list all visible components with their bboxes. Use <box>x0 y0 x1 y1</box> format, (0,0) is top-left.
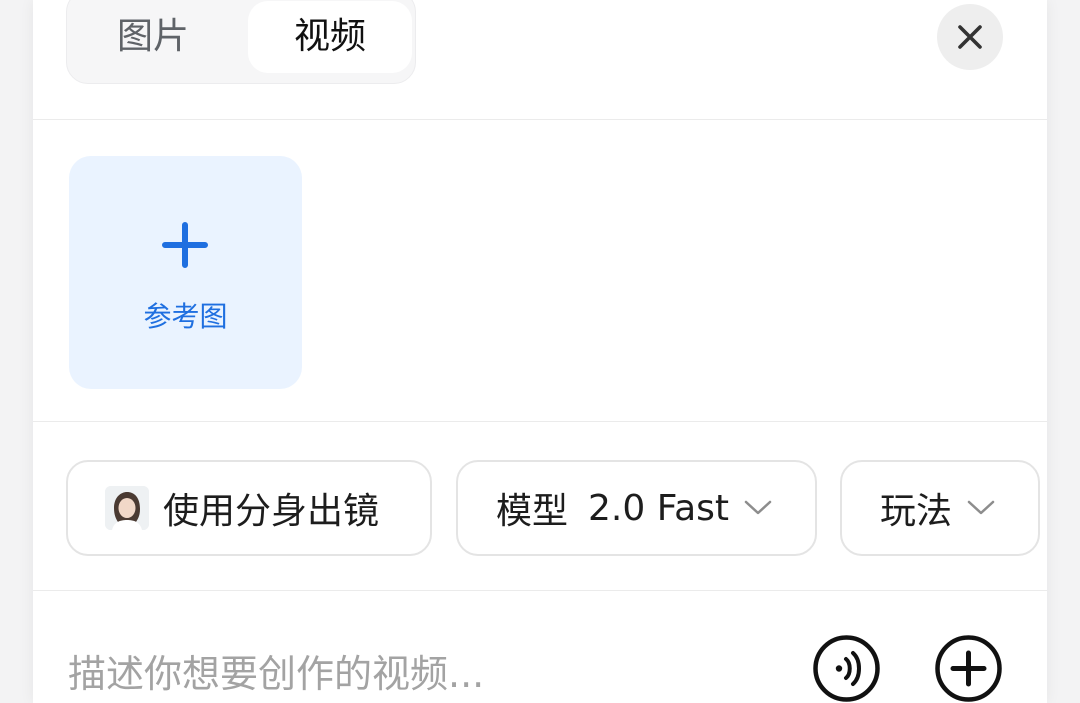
divider <box>33 421 1047 422</box>
avatar <box>105 486 149 530</box>
avatar-image <box>105 486 149 530</box>
close-button[interactable] <box>937 4 1003 70</box>
model-label: 模型 <box>496 491 569 532</box>
chevron-down-icon <box>743 499 773 517</box>
reference-image-upload[interactable]: 参考图 <box>69 156 302 389</box>
prompt-input[interactable]: 描述你想要创作的视频... <box>68 643 484 698</box>
plus-icon <box>162 222 208 268</box>
chevron-down-icon <box>966 499 996 517</box>
gameplay-label: 玩法 <box>880 491 953 532</box>
model-value: 2.0 Fast <box>588 487 730 529</box>
voice-icon <box>813 635 880 702</box>
video-create-panel: 图片 视频 参考图 使用分身出镜 模型 2.0 Fast 玩法 描述你想要创作的… <box>33 0 1047 703</box>
model-select[interactable]: 模型 2.0 Fast <box>456 460 817 556</box>
gameplay-select[interactable]: 玩法 <box>840 460 1040 556</box>
add-circle-icon <box>935 635 1002 702</box>
tab-video[interactable]: 视频 <box>248 1 412 73</box>
use-avatar-button[interactable]: 使用分身出镜 <box>66 460 432 556</box>
divider <box>33 590 1047 591</box>
add-button[interactable] <box>935 635 1002 702</box>
voice-input-button[interactable] <box>813 635 880 702</box>
divider <box>33 119 1047 120</box>
media-tabs: 图片 视频 <box>66 0 416 84</box>
tab-video-label: 视频 <box>293 16 366 57</box>
tab-image-label: 图片 <box>116 16 189 57</box>
close-icon <box>958 25 982 49</box>
use-avatar-label: 使用分身出镜 <box>163 491 380 532</box>
reference-image-label: 参考图 <box>143 300 228 333</box>
tab-image[interactable]: 图片 <box>67 1 239 73</box>
